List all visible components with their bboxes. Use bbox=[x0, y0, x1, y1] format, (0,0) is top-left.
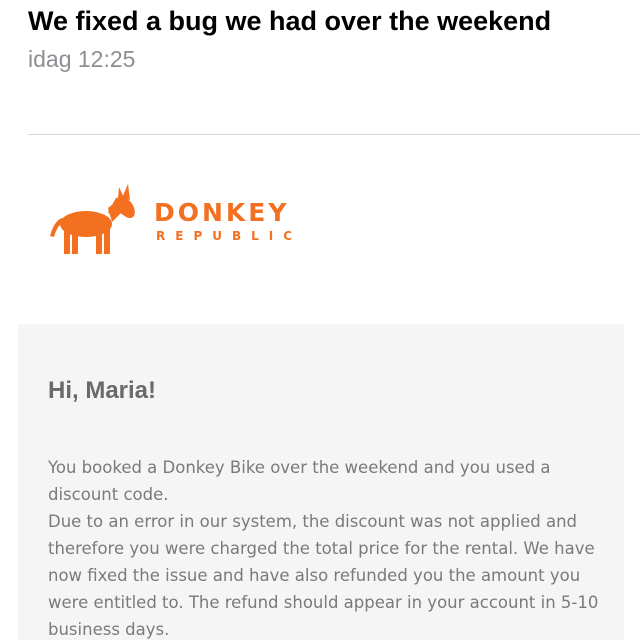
message-paragraph: You booked a Donkey Bike over the weeken… bbox=[48, 458, 551, 504]
logo-wordmark-top: DONKEY bbox=[154, 198, 290, 227]
message-paragraph: Due to an error in our system, the disco… bbox=[48, 512, 599, 639]
message-body: You booked a Donkey Bike over the weeken… bbox=[48, 454, 608, 640]
email-header: We fixed a bug we had over the weekend i… bbox=[28, 4, 628, 74]
email-subject: We fixed a bug we had over the weekend bbox=[28, 6, 552, 36]
email-date: idag 12:25 bbox=[28, 46, 136, 72]
brand-logo: DONKEY REPUBLIC bbox=[48, 184, 318, 258]
header-divider bbox=[28, 134, 640, 135]
email-view: We fixed a bug we had over the weekend i… bbox=[0, 0, 640, 640]
message-card: Hi, Maria! You booked a Donkey Bike over… bbox=[18, 324, 624, 640]
greeting: Hi, Maria! bbox=[48, 377, 157, 404]
donkey-icon bbox=[50, 184, 135, 254]
logo-wordmark-bottom: REPUBLIC bbox=[156, 229, 303, 243]
